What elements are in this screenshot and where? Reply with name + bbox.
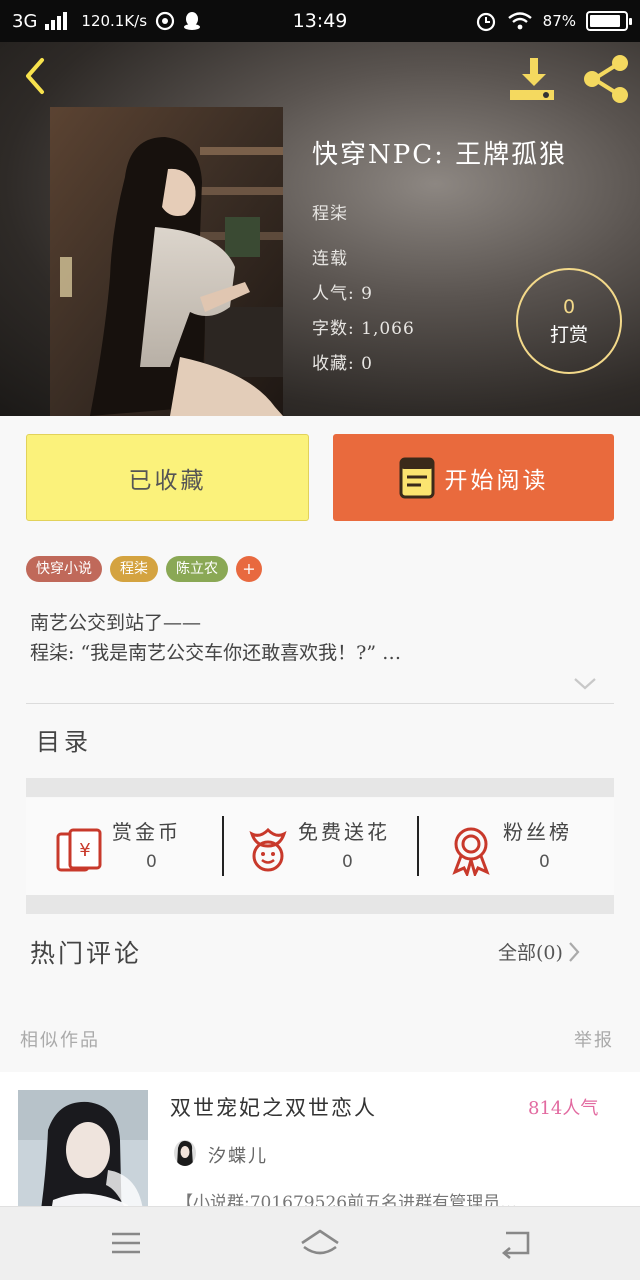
similar-work-cover xyxy=(18,1090,148,1206)
stat-value: 0 xyxy=(539,852,550,872)
tag[interactable]: 程柒 xyxy=(110,556,158,582)
book-icon xyxy=(399,457,434,498)
similar-work-description: 【小说群:701679526前五名进群有管理员… xyxy=(176,1193,518,1206)
back-button[interactable] xyxy=(14,54,58,98)
reward-button[interactable]: 0 打赏 xyxy=(516,268,622,374)
all-comments-label: 全部(0) xyxy=(498,942,563,964)
add-tag-button[interactable]: + xyxy=(236,556,262,582)
network-speed: 120.1K/s xyxy=(81,12,148,30)
home-icon[interactable] xyxy=(298,1225,342,1261)
share-button[interactable] xyxy=(578,52,632,106)
book-detail-panel: 已收藏 开始阅读 快穿小说 程柒 陈立农 + 南艺公交到站了—— 程柒: “我是南艺公… xyxy=(0,416,640,1072)
synopsis-line: 程柒: “我是南艺公交车你还敢喜欢我！?” … xyxy=(30,642,402,664)
expand-chevron-icon[interactable] xyxy=(572,674,598,694)
collected-button[interactable]: 已收藏 xyxy=(26,434,309,521)
stat-value: 0 xyxy=(146,852,157,872)
synopsis[interactable]: 南艺公交到站了—— 程柒: “我是南艺公交车你还敢喜欢我！?” … xyxy=(30,608,590,668)
battery-percent: 87% xyxy=(542,12,576,30)
stat-label: 粉丝榜 xyxy=(503,820,572,844)
return-icon[interactable] xyxy=(496,1225,536,1261)
battery-icon xyxy=(586,11,632,31)
qq-icon xyxy=(184,12,201,30)
status-bar: 3G 120.1K/s 13:49 87% xyxy=(0,0,640,42)
book-header: 快穿NPC: 王牌孤狼 程柒 连载 人气: 9 字数: 1,066 收藏: 0 … xyxy=(0,42,640,416)
weibo-icon xyxy=(155,11,175,31)
red-envelope-icon: ¥ xyxy=(56,828,102,872)
author-avatar xyxy=(174,1140,196,1166)
similar-work-title: 双世宠妃之双世恋人 xyxy=(170,1096,377,1120)
similar-works-title: 相似作品 xyxy=(20,1030,100,1051)
tag[interactable]: 陈立农 xyxy=(166,556,228,582)
book-author[interactable]: 程柒 xyxy=(312,197,567,232)
download-button[interactable] xyxy=(508,54,558,104)
divider xyxy=(26,703,614,704)
report-button[interactable]: 举报 xyxy=(574,1026,614,1052)
chevron-right-icon xyxy=(569,941,580,962)
tag[interactable]: 快穿小说 xyxy=(26,556,102,582)
similar-work-popularity: 814人气 xyxy=(528,1098,599,1119)
svg-text:¥: ¥ xyxy=(79,840,90,861)
all-comments-link[interactable]: 全部(0) xyxy=(498,938,581,965)
book-title: 快穿NPC: 王牌孤狼 xyxy=(312,140,568,170)
table-of-contents[interactable]: 目录 xyxy=(36,722,92,757)
tag-list: 快穿小说 程柒 陈立农 + xyxy=(26,556,262,582)
alarm-icon xyxy=(476,12,495,32)
battery-fill xyxy=(590,15,620,27)
network-type: 3G xyxy=(12,10,38,32)
stat-label: 免费送花 xyxy=(298,820,390,844)
reward-label: 打赏 xyxy=(549,324,588,346)
section-divider xyxy=(26,778,614,797)
similar-work-author: 汐蝶儿 xyxy=(208,1146,268,1167)
stat-label: 赏金币 xyxy=(112,820,181,844)
wifi-icon xyxy=(507,12,532,30)
flower-icon xyxy=(249,827,287,872)
section-divider xyxy=(26,895,614,914)
menu-icon[interactable] xyxy=(106,1225,146,1261)
rosette-icon xyxy=(452,827,490,876)
stat-value: 0 xyxy=(342,852,353,872)
start-reading-button[interactable]: 开始阅读 xyxy=(333,434,614,521)
start-reading-label: 开始阅读 xyxy=(444,467,549,494)
hot-comments-title: 热门评论 xyxy=(30,939,143,968)
book-status: 连载 xyxy=(312,249,348,269)
similar-work-item[interactable]: 双世宠妃之双世恋人 814人气 汐蝶儿 【小说群:701679526前五名进群有… xyxy=(0,1072,640,1206)
system-nav-bar xyxy=(0,1206,640,1280)
book-cover[interactable] xyxy=(50,107,283,416)
signal-icon xyxy=(45,12,68,30)
collected-label: 已收藏 xyxy=(128,467,207,494)
synopsis-line: 南艺公交到站了—— xyxy=(30,612,202,634)
reward-count: 0 xyxy=(562,296,576,318)
